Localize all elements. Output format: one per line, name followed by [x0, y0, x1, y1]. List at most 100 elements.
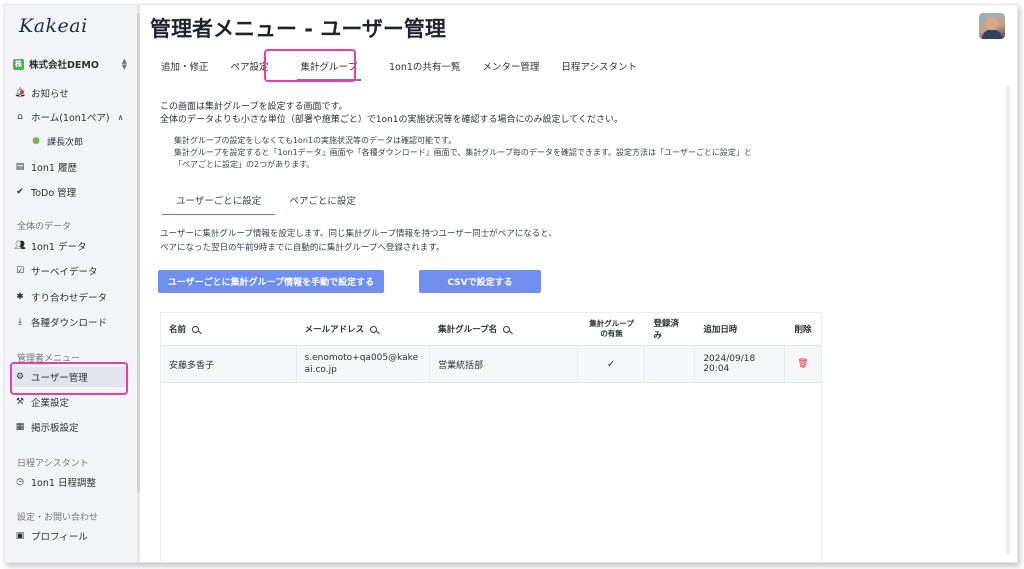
sidebar-item-news[interactable]: 🔔︎ お知らせ	[13, 83, 129, 103]
sidebar-item-1on1-data[interactable]: 👥︎ 1on1 データ	[13, 236, 129, 256]
search-icon[interactable]	[370, 325, 378, 333]
sidebar-item-survey[interactable]: ☑ サーベイデータ	[13, 261, 129, 281]
sidebar-item-label: 1on1 日程調整	[31, 478, 96, 489]
people-icon: 👥︎	[14, 241, 26, 251]
column-label: 集計グループ名	[438, 325, 498, 335]
section-settings-contact: 設定・お問い合わせ	[17, 513, 99, 523]
sidebar-item-label: 掲示板設定	[31, 423, 79, 434]
clock-icon: ◷	[16, 477, 24, 487]
sidebar-scrollbar-thumb[interactable]	[137, 13, 140, 493]
sidebar-item-pair-user[interactable]: ● 課長次郎	[29, 131, 145, 151]
section-all-data: 全体のデータ	[17, 222, 72, 232]
column-label: 名前	[169, 325, 187, 335]
tab-add-edit[interactable]: 追加・修正	[150, 53, 220, 81]
company-badge-icon: 株	[13, 58, 24, 70]
column-header-name[interactable]: 名前	[161, 313, 297, 345]
column-header-delete: 削除	[794, 325, 812, 335]
tab-1on1-shared-list[interactable]: 1on1の共有一覧	[378, 53, 471, 81]
sidebar-item-label: 1on1 履歴	[31, 163, 77, 174]
company-selector[interactable]: 株 株式会社DEMO ▲ ▼	[13, 55, 127, 73]
tab-bar: 追加・修正 ペア設定 集計グループ 1on1の共有一覧 メンター管理 日程アシス…	[150, 53, 648, 81]
note-line: 集計グループを設定すると「1on1データ」画面や「各種ダウンロード」画面で、集計…	[174, 148, 752, 157]
sidebar-item-alignment[interactable]: ✱ すり合わせデータ	[13, 287, 129, 307]
cell-registered	[645, 346, 696, 382]
avatar-face	[986, 17, 998, 30]
sidebar-item-todo[interactable]: ✔ ToDo 管理	[13, 182, 129, 202]
subtab-per-pair[interactable]: ペアごとに設定	[275, 189, 370, 215]
subtab-description-line: ユーザーに集計グループ情報を設定します。同じ集計グループ情報を持つユーザー同士が…	[160, 229, 557, 239]
sidebar-item-label: プロフィール	[31, 532, 88, 543]
check-icon: ✓	[606, 358, 616, 370]
company-icon: ⚒	[15, 397, 25, 407]
logo: Kakeai	[19, 15, 88, 37]
description: この画面は集計グループを設定する画面です。 全体のデータよりも小さな単位（部署や…	[160, 101, 623, 127]
cell-email: s.enomoto+qa005@kakeai.co.jp	[297, 346, 431, 382]
cell-name: 安藤多香子	[161, 346, 297, 382]
page-title: 管理者メニュー - ユーザー管理	[150, 17, 446, 41]
sidebar-item-label: ユーザー管理	[31, 373, 88, 384]
cell-added: 2024/09/18 20:04	[695, 346, 786, 382]
sidebar-item-user-management[interactable]: ⚙ ユーザー管理	[13, 367, 129, 387]
main-content: この画面は集計グループを設定する画面です。 全体のデータよりも小さな単位（部署や…	[150, 89, 1010, 562]
profile-icon: ▣	[15, 531, 25, 541]
table-header: 名前 メールアドレス 集計グループ名 集計グループ の有無 登録済み 追加日時 …	[161, 313, 821, 346]
note-line: 集計グループの設定をしなくても1on1の実施状況等のデータは確認可能です。	[174, 136, 457, 145]
column-header-registered: 登録済み	[653, 319, 679, 341]
search-icon[interactable]	[503, 325, 511, 333]
note: 集計グループの設定をしなくても1on1の実施状況等のデータは確認可能です。 集計…	[174, 135, 824, 171]
tab-pair-settings[interactable]: ペア設定	[220, 53, 280, 81]
tab-schedule-assistant[interactable]: 日程アシスタント	[550, 53, 648, 81]
subtab-bar: ユーザーごとに設定 ペアごとに設定	[162, 189, 370, 215]
sidebar-item-label: サーベイデータ	[31, 267, 98, 278]
manual-setting-button[interactable]: ユーザーごとに集計グループ情報を手動で設定する	[158, 270, 384, 293]
cell-group: 営業統括部	[430, 346, 578, 382]
subtab-per-user[interactable]: ユーザーごとに設定	[162, 189, 276, 215]
sidebar-item-label: すり合わせデータ	[31, 293, 108, 304]
table-row: 安藤多香子 s.enomoto+qa005@kakeai.co.jp 営業統括部…	[161, 346, 821, 383]
user-gear-icon: ⚙	[15, 372, 25, 382]
subtab-description-line: ペアになった翌日の午前9時までに自動的に集計グループへ登録されます。	[160, 243, 445, 253]
description-line: この画面は集計グループを設定する画面です。	[160, 102, 348, 112]
subtab-description: ユーザーに集計グループ情報を設定します。同じ集計グループ情報を持つユーザー同士が…	[160, 227, 557, 255]
description-line: 全体のデータよりも小さな単位（部署や施策ごと）で1on1の実施状況等を確認する場…	[160, 115, 623, 125]
sidebar-item-company-settings[interactable]: ⚒ 企業設定	[13, 392, 129, 412]
sidebar-scrollbar[interactable]	[137, 5, 140, 562]
sidebar-item-downloads[interactable]: ⤓ 各種ダウンロード	[13, 312, 129, 332]
survey-icon: ☑	[15, 266, 25, 276]
sidebar-item-label: 企業設定	[31, 398, 70, 409]
main-scrollbar[interactable]	[1006, 85, 1010, 555]
sidebar-item-label: 課長次郎	[47, 137, 84, 148]
chevron-up-icon: ∧	[117, 112, 124, 122]
sidebar-item-label: お知らせ	[31, 89, 69, 100]
sidebar-item-label: 1on1 データ	[31, 242, 87, 253]
section-admin-menu: 管理者メニュー	[17, 354, 81, 364]
home-icon: ⌂	[17, 112, 23, 122]
csv-setting-button[interactable]: CSVで設定する	[419, 270, 541, 293]
puzzle-icon: ✱	[16, 292, 24, 302]
avatar[interactable]	[979, 13, 1005, 39]
sidebar-item-label: ToDo 管理	[31, 188, 77, 199]
bell-icon: 🔔︎	[13, 88, 27, 98]
column-header-email[interactable]: メールアドレス	[297, 313, 431, 345]
sidebar-item-board-settings[interactable]: ▦ 掲示板設定	[13, 417, 129, 437]
cell-has-group: ✓	[578, 346, 646, 382]
download-icon: ⤓	[18, 317, 22, 327]
sidebar-item-label: ホーム(1on1ペア)	[31, 113, 110, 124]
board-icon: ▦	[15, 422, 25, 432]
section-schedule-assistant: 日程アシスタント	[17, 459, 89, 469]
check-circle-icon: ✔	[16, 187, 24, 197]
note-line: 「ペアごとに設定」の2つがあります。	[174, 160, 315, 169]
sidebar-item-history[interactable]: ▤ 1on1 履歴	[13, 157, 129, 177]
search-icon[interactable]	[192, 325, 200, 333]
sidebar-item-profile[interactable]: ▣ プロフィール	[13, 526, 129, 546]
sidebar-item-home[interactable]: ⌂ ホーム(1on1ペア) ∧	[13, 107, 129, 127]
app-window: Kakeai 株 株式会社DEMO ▲▼ 🔔︎ お知らせ ⌂ ホーム(1on1ペ…	[4, 4, 1018, 563]
column-header-group[interactable]: 集計グループ名	[430, 313, 578, 345]
trash-icon[interactable]: 🗑︎	[797, 359, 808, 369]
chevron-updown-icon: ▲ ▼	[121, 57, 127, 71]
cell-delete: 🗑︎	[785, 346, 821, 382]
tab-aggregate-group[interactable]: 集計グループ	[288, 53, 370, 81]
company-name: 株式会社DEMO	[29, 60, 99, 71]
sidebar-item-schedule[interactable]: ◷ 1on1 日程調整	[13, 472, 129, 492]
tab-mentor-management[interactable]: メンター管理	[471, 53, 550, 81]
